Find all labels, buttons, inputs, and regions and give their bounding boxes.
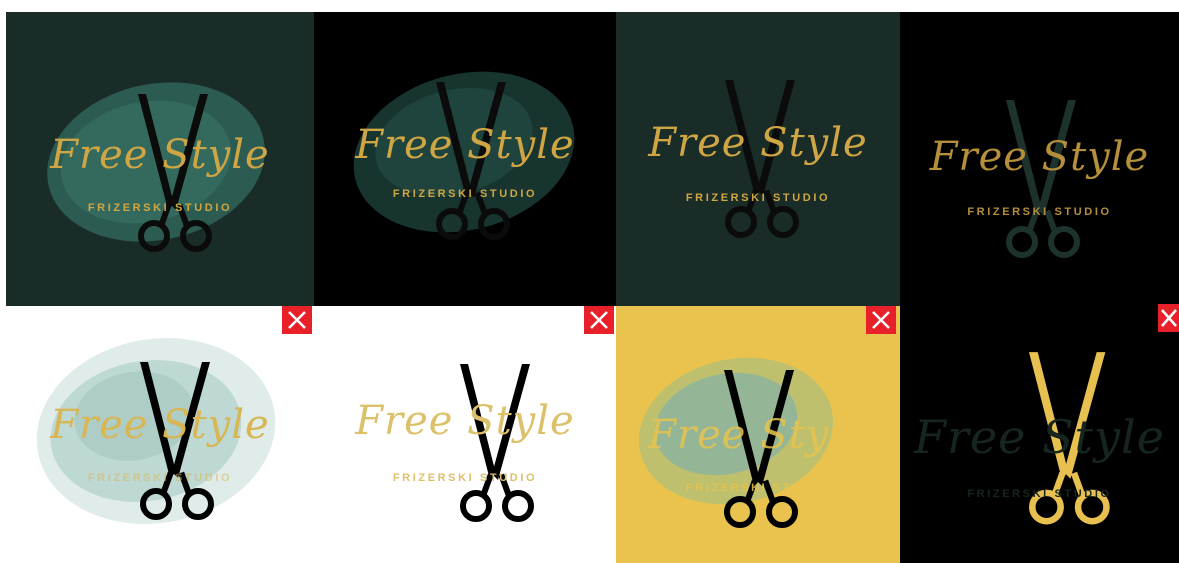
logo-tile-8: Free Style FRIZERSKI STUDIO bbox=[900, 306, 1179, 563]
logo-tile-4: Free Style FRIZERSKI STUDIO bbox=[900, 12, 1179, 306]
close-icon bbox=[1161, 309, 1177, 327]
logo-tile-2: Free Style FRIZERSKI STUDIO bbox=[314, 12, 616, 306]
logo-tile-6: Free Style FRIZERSKI STUDIO bbox=[314, 306, 616, 563]
close-icon bbox=[288, 311, 306, 329]
scissors-icon bbox=[138, 94, 212, 252]
remove-tile-6-button[interactable] bbox=[584, 306, 614, 334]
scissors-icon bbox=[1006, 100, 1080, 258]
logo-tile-7: Free Style FRIZERSKI STUDIO bbox=[616, 306, 900, 563]
scissors-icon bbox=[725, 80, 799, 238]
logo-tile-5: Free Style FRIZERSKI STUDIO bbox=[6, 306, 314, 563]
close-icon bbox=[590, 311, 608, 329]
logo-variants-grid: Free Style FRIZERSKI STUDIO Free Style F… bbox=[0, 0, 1179, 563]
scissors-icon bbox=[436, 82, 510, 240]
remove-tile-5-button[interactable] bbox=[282, 306, 312, 334]
scissors-icon bbox=[460, 364, 534, 522]
logo-tile-1: Free Style FRIZERSKI STUDIO bbox=[6, 12, 314, 306]
scissors-icon bbox=[140, 362, 214, 520]
logo-tile-3: Free Style FRIZERSKI STUDIO bbox=[616, 12, 900, 306]
scissors-icon bbox=[1029, 352, 1110, 525]
scissors-icon bbox=[724, 370, 798, 528]
remove-tile-8-button[interactable] bbox=[1158, 304, 1179, 332]
remove-tile-7-button[interactable] bbox=[866, 306, 896, 334]
close-icon bbox=[872, 311, 890, 329]
